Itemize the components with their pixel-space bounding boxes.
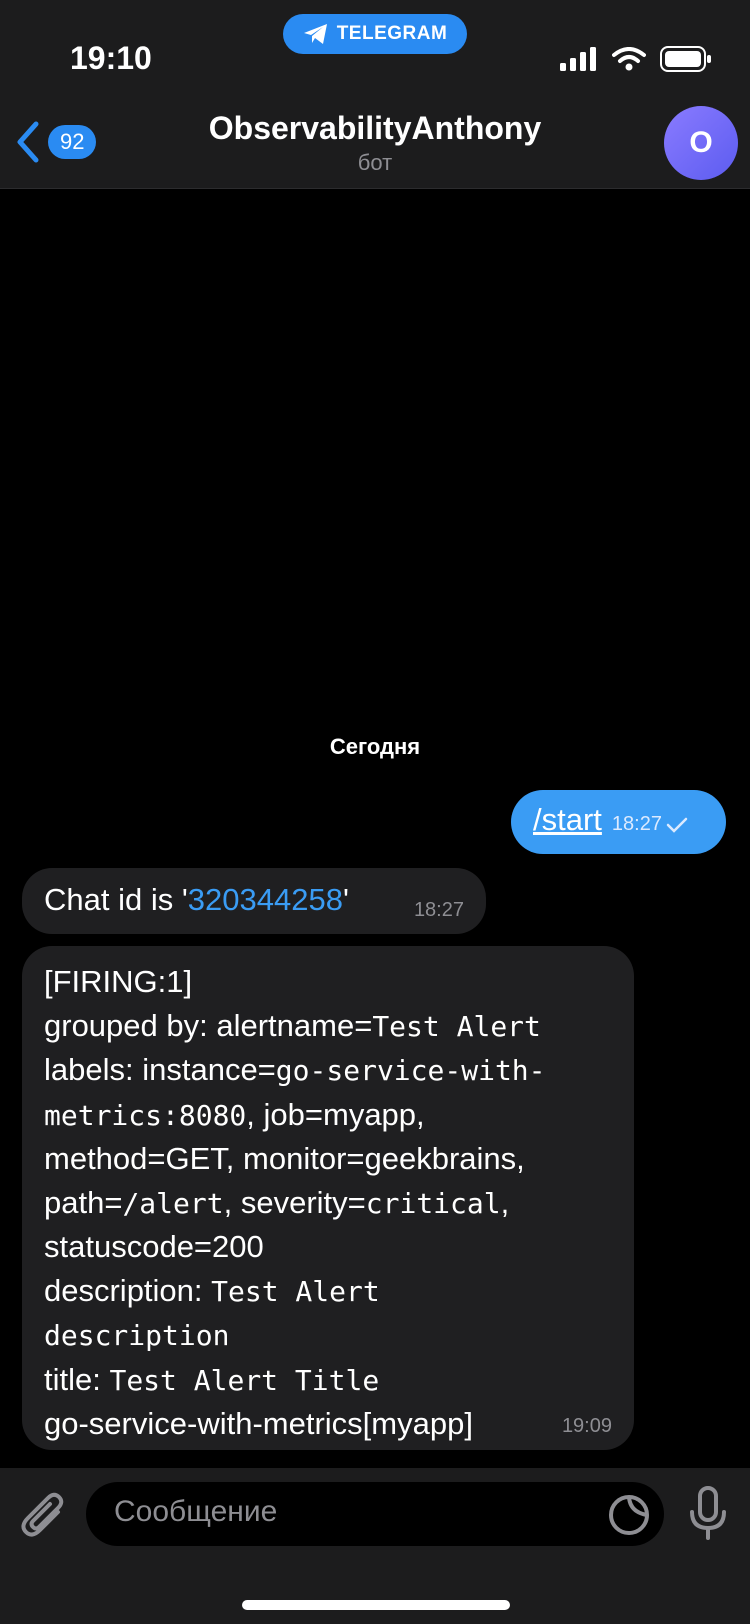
line-text: , job=myapp, bbox=[246, 1096, 425, 1132]
battery-icon bbox=[660, 46, 711, 72]
status-bar: 19:10 TELEGRAM bbox=[0, 0, 750, 100]
message-line: statuscode=200 bbox=[44, 1225, 612, 1269]
telegram-pill[interactable]: TELEGRAM bbox=[283, 14, 467, 54]
message-line: labels: instance=go-service-with- bbox=[44, 1048, 612, 1093]
message-line: [FIRING:1] bbox=[44, 960, 612, 1004]
chat-id-value[interactable]: 320344258 bbox=[188, 882, 343, 917]
wifi-icon bbox=[612, 47, 646, 71]
line-mono: critical bbox=[365, 1186, 501, 1220]
telegram-pill-label: TELEGRAM bbox=[336, 23, 448, 44]
sticker-button[interactable] bbox=[608, 1494, 650, 1541]
line-text: title: bbox=[44, 1361, 110, 1397]
message-line: method=GET, monitor=geekbrains, bbox=[44, 1137, 612, 1181]
status-time: 19:10 bbox=[70, 40, 152, 76]
line-text: statuscode=200 bbox=[44, 1229, 264, 1264]
paperclip-icon bbox=[21, 1492, 64, 1537]
signal-icon bbox=[560, 47, 596, 71]
message-input[interactable] bbox=[112, 1494, 586, 1530]
chat-id-prefix: Chat id is ' bbox=[44, 882, 188, 917]
chat-id-text: Chat id is '320344258' bbox=[44, 882, 349, 917]
chat-header: 92 ObservabilityAnthony бот O bbox=[0, 100, 750, 189]
status-icons bbox=[560, 46, 712, 72]
message-time: 18:27 bbox=[611, 813, 662, 835]
message-line: path=/alert, severity=critical, bbox=[44, 1181, 612, 1226]
attach-button[interactable] bbox=[20, 1490, 66, 1547]
line-mono: Test Alert bbox=[211, 1274, 380, 1308]
line-mono: description bbox=[44, 1319, 230, 1352]
alert-message[interactable]: [FIRING:1] grouped by: alertname=Test Al… bbox=[22, 946, 634, 1450]
line-text: go-service-with-metrics[myapp] bbox=[44, 1406, 473, 1441]
avatar[interactable]: O bbox=[664, 106, 738, 180]
line-text: path= bbox=[44, 1184, 123, 1220]
message-time: 19:09 bbox=[561, 1415, 612, 1437]
chat-title[interactable]: ObservabilityAnthony bbox=[0, 110, 750, 147]
outgoing-message[interactable]: /start 18:27 bbox=[511, 790, 726, 854]
message-line: description: Test Alert bbox=[44, 1269, 612, 1314]
line-text: grouped by: alertname= bbox=[44, 1007, 373, 1043]
command-link[interactable]: /start bbox=[533, 802, 602, 838]
mic-icon bbox=[690, 1486, 726, 1540]
line-text: labels: instance= bbox=[44, 1052, 276, 1087]
check-icon bbox=[666, 817, 688, 833]
home-indicator[interactable] bbox=[242, 1600, 510, 1610]
message-input-field[interactable] bbox=[86, 1482, 664, 1546]
line-text: , severity= bbox=[223, 1184, 366, 1220]
line-mono: go-service-with- bbox=[275, 1054, 546, 1087]
message-line: description bbox=[44, 1313, 612, 1358]
message-line: metrics:8080, job=myapp, bbox=[44, 1093, 612, 1138]
line-mono: Test Alert Title bbox=[109, 1363, 380, 1397]
line-text: description: bbox=[44, 1272, 212, 1308]
message-line: grouped by: alertname=Test Alert bbox=[44, 1004, 612, 1049]
message-time: 18:27 bbox=[413, 899, 464, 921]
line-mono: Test Alert bbox=[372, 1009, 541, 1043]
date-separator: Сегодня bbox=[329, 734, 421, 759]
line-text: , bbox=[500, 1184, 510, 1220]
message-line: go-service-with-metrics[myapp] bbox=[44, 1402, 612, 1446]
sticker-icon bbox=[609, 1495, 649, 1535]
chat-id-message[interactable]: Chat id is '320344258' 18:27 bbox=[22, 868, 486, 934]
avatar-letter: O bbox=[689, 126, 713, 159]
chat-subtitle: бот bbox=[357, 150, 393, 175]
message-line: title: Test Alert Title bbox=[44, 1358, 612, 1403]
message-meta: 18:27 bbox=[612, 813, 688, 836]
line-text: method=GET, monitor=geekbrains, bbox=[44, 1141, 525, 1176]
chat-id-suffix: ' bbox=[342, 882, 349, 917]
telegram-plane-icon bbox=[303, 24, 327, 44]
line-mono: metrics:8080 bbox=[44, 1098, 247, 1132]
line-mono: /alert bbox=[122, 1186, 224, 1220]
mic-button[interactable] bbox=[688, 1486, 728, 1547]
line-text: [FIRING:1] bbox=[44, 964, 193, 999]
